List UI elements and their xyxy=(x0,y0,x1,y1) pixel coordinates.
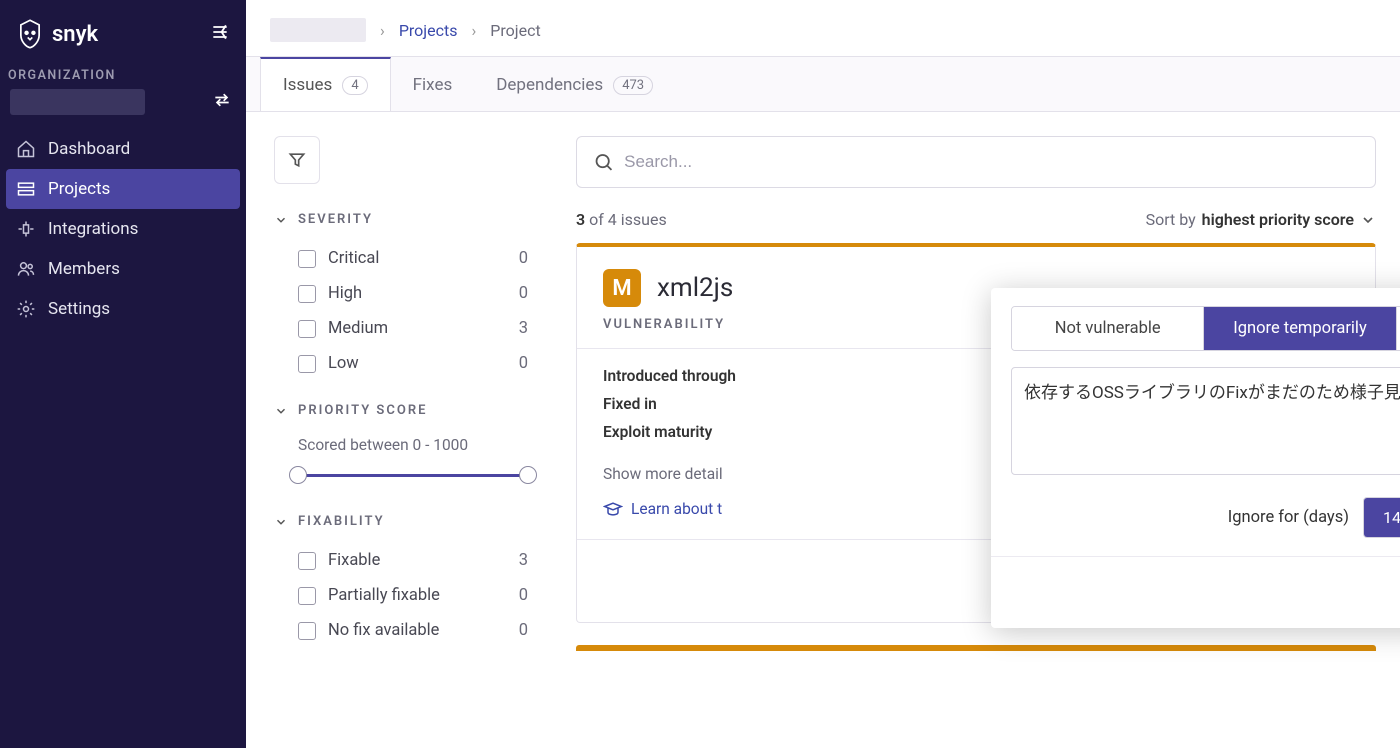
filter-severity-high[interactable]: High 0 xyxy=(274,276,528,311)
filter-option-count: 3 xyxy=(519,551,528,570)
brand-text: snyk xyxy=(52,22,98,47)
issue-introduced-label: Introduced through xyxy=(603,367,736,385)
org-section-label: ORGANIZATION xyxy=(0,68,246,89)
org-switch-icon[interactable] xyxy=(212,90,232,114)
tab-issues[interactable]: Issues 4 xyxy=(260,57,391,111)
sort-value: highest priority score xyxy=(1202,210,1354,229)
issue-count-text: 3 of 4 issues xyxy=(576,210,667,229)
tab-count: 4 xyxy=(342,76,367,95)
severity-badge-medium: M xyxy=(603,269,641,307)
filter-group-fixability-header[interactable]: FIXABILITY xyxy=(274,514,528,529)
breadcrumb-current: Project xyxy=(490,21,540,40)
graduation-cap-icon xyxy=(603,499,623,519)
filter-severity-medium[interactable]: Medium 3 xyxy=(274,311,528,346)
tab-fixes[interactable]: Fixes xyxy=(391,57,475,111)
priority-range-text: Scored between 0 - 1000 xyxy=(274,432,528,466)
tab-dependencies[interactable]: Dependencies 473 xyxy=(474,57,675,111)
sidebar-item-label: Dashboard xyxy=(48,139,130,159)
seg-not-vulnerable[interactable]: Not vulnerable xyxy=(1012,307,1203,350)
issue-exploit-label: Exploit maturity xyxy=(603,423,712,441)
ignore-for-label: Ignore for (days) xyxy=(1228,508,1349,527)
ignore-days-segmented: 14 30 60 90 xyxy=(1363,497,1400,538)
filter-toggle-button[interactable] xyxy=(274,136,320,184)
filter-group-priority-header[interactable]: PRIORITY SCORE xyxy=(274,403,528,418)
checkbox[interactable] xyxy=(298,552,316,570)
checkbox[interactable] xyxy=(298,355,316,373)
tab-label: Dependencies xyxy=(496,75,603,95)
sidebar-item-label: Members xyxy=(48,259,120,279)
checkbox[interactable] xyxy=(298,622,316,640)
sidebar-item-label: Integrations xyxy=(48,219,138,239)
learn-link-text: Learn about t xyxy=(631,500,722,518)
slider-handle-min[interactable] xyxy=(289,466,307,484)
tab-count: 473 xyxy=(613,76,653,95)
filter-option-label: Low xyxy=(328,354,359,373)
filter-fixability-nofix[interactable]: No fix available 0 xyxy=(274,613,528,648)
filter-group-title: PRIORITY SCORE xyxy=(298,403,427,418)
filter-group-title: FIXABILITY xyxy=(298,514,385,529)
checkbox[interactable] xyxy=(298,250,316,268)
org-selector[interactable] xyxy=(10,89,145,115)
next-issue-card-peek xyxy=(576,645,1376,651)
checkbox[interactable] xyxy=(298,320,316,338)
filter-option-label: No fix available xyxy=(328,621,439,640)
breadcrumb-org-placeholder[interactable] xyxy=(270,18,366,42)
sidebar-item-label: Settings xyxy=(48,299,110,319)
filter-option-label: High xyxy=(328,284,362,303)
issue-fixed-label: Fixed in xyxy=(603,395,657,413)
ignore-reason-segmented: Not vulnerable Ignore temporarily Ignore… xyxy=(1011,306,1400,351)
search-icon xyxy=(593,151,614,173)
breadcrumb-separator: › xyxy=(380,21,385,40)
search-input[interactable] xyxy=(624,152,1359,172)
filter-option-count: 0 xyxy=(519,284,528,303)
slider-handle-max[interactable] xyxy=(519,466,537,484)
filter-option-label: Partially fixable xyxy=(328,586,440,605)
tab-label: Issues xyxy=(283,75,332,95)
checkbox[interactable] xyxy=(298,285,316,303)
filter-group-title: SEVERITY xyxy=(298,212,373,227)
issue-title[interactable]: xml2js xyxy=(657,273,733,303)
day-option-14[interactable]: 14 xyxy=(1364,498,1400,537)
breadcrumb-separator: › xyxy=(471,21,476,40)
tabs-bar: Issues 4 Fixes Dependencies 473 xyxy=(246,56,1400,112)
sidebar-item-label: Projects xyxy=(48,179,110,199)
sidebar-item-members[interactable]: Members xyxy=(0,249,246,289)
filter-option-count: 0 xyxy=(519,354,528,373)
sidebar: snyk ORGANIZATION Dashboard Projects Int xyxy=(0,0,246,748)
sort-prefix: Sort by xyxy=(1146,210,1196,229)
filter-group-severity-header[interactable]: SEVERITY xyxy=(274,212,528,227)
search-input-wrapper[interactable] xyxy=(576,136,1376,188)
sidebar-item-dashboard[interactable]: Dashboard xyxy=(0,129,246,169)
ignore-popover: Not vulnerable Ignore temporarily Ignore… xyxy=(991,288,1400,628)
seg-ignore-temporarily[interactable]: Ignore temporarily xyxy=(1203,307,1395,350)
filter-option-count: 0 xyxy=(519,586,528,605)
filter-fixability-partial[interactable]: Partially fixable 0 xyxy=(274,578,528,613)
filter-option-label: Critical xyxy=(328,249,379,268)
filter-option-label: Fixable xyxy=(328,551,380,570)
filter-option-count: 0 xyxy=(519,249,528,268)
sidebar-item-settings[interactable]: Settings xyxy=(0,289,246,329)
filter-severity-low[interactable]: Low 0 xyxy=(274,346,528,381)
sidebar-item-projects[interactable]: Projects xyxy=(6,169,240,209)
tab-label: Fixes xyxy=(413,75,453,95)
filter-option-count: 3 xyxy=(519,319,528,338)
filter-option-count: 0 xyxy=(519,621,528,640)
breadcrumb-projects-link[interactable]: Projects xyxy=(399,21,458,40)
brand-logo[interactable]: snyk xyxy=(16,18,98,50)
priority-score-slider[interactable] xyxy=(298,466,528,486)
checkbox[interactable] xyxy=(298,587,316,605)
filter-option-label: Medium xyxy=(328,319,388,338)
filter-fixability-fixable[interactable]: Fixable 3 xyxy=(274,543,528,578)
filters-panel: SEVERITY Critical 0 High 0 Medium 3 Low 0 PR… xyxy=(246,136,552,748)
chevron-down-icon xyxy=(1360,212,1376,228)
sort-by-selector[interactable]: Sort by highest priority score xyxy=(1146,210,1376,229)
sidebar-item-integrations[interactable]: Integrations xyxy=(0,209,246,249)
breadcrumb: › Projects › Project xyxy=(246,0,1400,56)
sidebar-collapse-icon[interactable] xyxy=(210,22,230,46)
seg-ignore-permanently[interactable]: Ignore permanently xyxy=(1396,307,1400,350)
ignore-reason-textarea[interactable] xyxy=(1011,367,1400,475)
filter-severity-critical[interactable]: Critical 0 xyxy=(274,241,528,276)
